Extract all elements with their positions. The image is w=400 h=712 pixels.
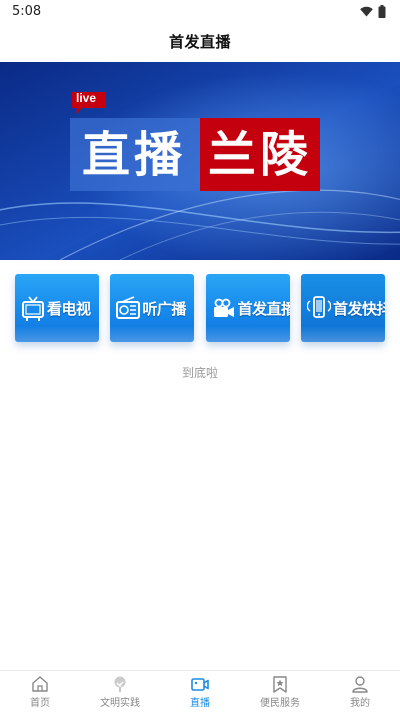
status-bar: 5:08 [0,0,400,22]
tv-icon [22,296,44,321]
banner-graphic [0,62,400,260]
bottom-tab-bar: 首页 文明实践 直播 便民服务 我的 [0,670,400,712]
tab-home[interactable]: 首页 [0,671,80,712]
user-icon [352,675,368,693]
tab-profile[interactable]: 我的 [320,671,400,712]
home-icon [32,675,48,692]
tree-icon [114,676,126,692]
camera-icon [213,298,234,317]
quick-link-tv[interactable]: 看电视 [15,274,99,342]
video-icon [191,677,209,691]
quick-link-label: 听广播 [142,299,186,318]
page-title: 首发直播 [168,32,231,51]
tab-label: 直播 [190,697,210,709]
tab-label: 首页 [30,697,50,709]
tab-civilization-practice[interactable]: 文明实践 [80,671,160,712]
tab-label: 便民服务 [260,697,300,709]
tab-live[interactable]: 直播 [160,671,240,712]
quick-link-shorts[interactable]: 首发快抖 [300,274,385,342]
bookmark-star-icon [273,675,287,693]
status-time: 5:08 [12,3,42,19]
quick-link-label: 首发直播 [237,299,290,318]
quick-links: 看电视 听广播 首发直播 首发快抖 [15,274,385,342]
banner-title-left: 直播 [82,127,187,183]
end-of-list-text: 到底啦 [181,366,218,380]
battery-icon [378,4,386,18]
phone-icon [306,296,331,318]
live-banner[interactable]: live 直播 兰陵 [0,62,400,260]
status-icons [360,4,386,18]
title-bar: 首发直播 [0,22,400,60]
live-badge: live [76,91,97,105]
wifi-icon [360,6,373,16]
banner-title-right: 兰陵 [208,127,313,183]
tab-services[interactable]: 便民服务 [240,671,320,712]
quick-link-label: 首发快抖 [332,299,385,318]
radio-icon [116,296,141,319]
tab-label: 文明实践 [100,697,140,709]
quick-link-label: 看电视 [47,299,91,318]
quick-link-live[interactable]: 首发直播 [205,274,290,342]
tab-label: 我的 [350,697,370,709]
quick-link-radio[interactable]: 听广播 [110,274,195,342]
